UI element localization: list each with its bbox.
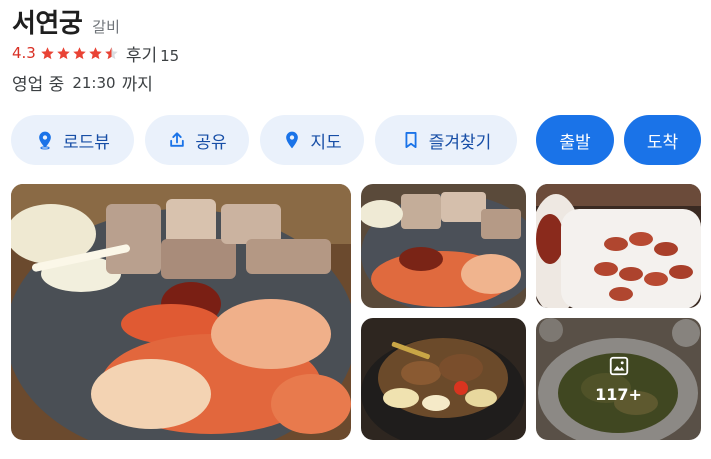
star-icon (72, 46, 87, 61)
rating-value: 4.3 (12, 44, 36, 62)
action-bar: 로드뷰 공유 지도 즐겨찾기 출발 도착 (11, 115, 711, 165)
hours-row[interactable]: 영업 중 21:30 까지 (12, 70, 153, 96)
map-button[interactable]: 지도 (260, 115, 364, 165)
closing-suffix: 까지 (121, 75, 153, 95)
place-title: 서연궁 (12, 9, 83, 39)
more-photos-count: 117+ (595, 384, 642, 404)
favorite-button[interactable]: 즐겨찾기 (375, 115, 517, 165)
main-photo[interactable] (11, 184, 351, 440)
place-category[interactable]: 갈비 (92, 16, 120, 37)
closing-time: 21:30 (72, 73, 116, 92)
reviews-link[interactable]: 후기 15 (126, 41, 179, 66)
depart-button[interactable]: 출발 (536, 115, 614, 165)
image-gallery-icon (608, 355, 630, 377)
place-header: 서연궁 갈비 (12, 3, 120, 40)
map-pin-icon (282, 130, 302, 150)
roadview-label: 로드뷰 (63, 132, 110, 153)
depart-label: 출발 (559, 132, 591, 153)
share-button[interactable]: 공유 (145, 115, 249, 165)
photo-thumbnail[interactable] (536, 184, 701, 308)
star-rating (40, 46, 120, 61)
bookmark-icon (401, 130, 421, 150)
map-label: 지도 (310, 132, 342, 153)
photo-thumbnail[interactable] (361, 318, 526, 440)
arrive-button[interactable]: 도착 (624, 115, 701, 165)
arrive-label: 도착 (646, 132, 679, 153)
more-photos-overlay[interactable]: 117+ (536, 318, 701, 440)
share-label: 공유 (195, 132, 227, 153)
star-icon (56, 46, 71, 61)
reviews-count: 15 (160, 46, 180, 65)
star-icon (40, 46, 55, 61)
star-icon (88, 46, 103, 61)
roadview-button[interactable]: 로드뷰 (11, 115, 134, 165)
photo-more-thumbnail[interactable]: 117+ (536, 318, 701, 440)
share-icon (167, 130, 187, 150)
photo-thumbnail[interactable] (361, 184, 526, 308)
open-status: 영업 중 (12, 75, 65, 95)
half-star-icon (104, 46, 119, 61)
roadview-icon (35, 130, 55, 150)
rating-row: 4.3 후기 15 (12, 41, 179, 66)
reviews-label: 후기 (125, 45, 158, 66)
favorite-label: 즐겨찾기 (428, 132, 492, 153)
